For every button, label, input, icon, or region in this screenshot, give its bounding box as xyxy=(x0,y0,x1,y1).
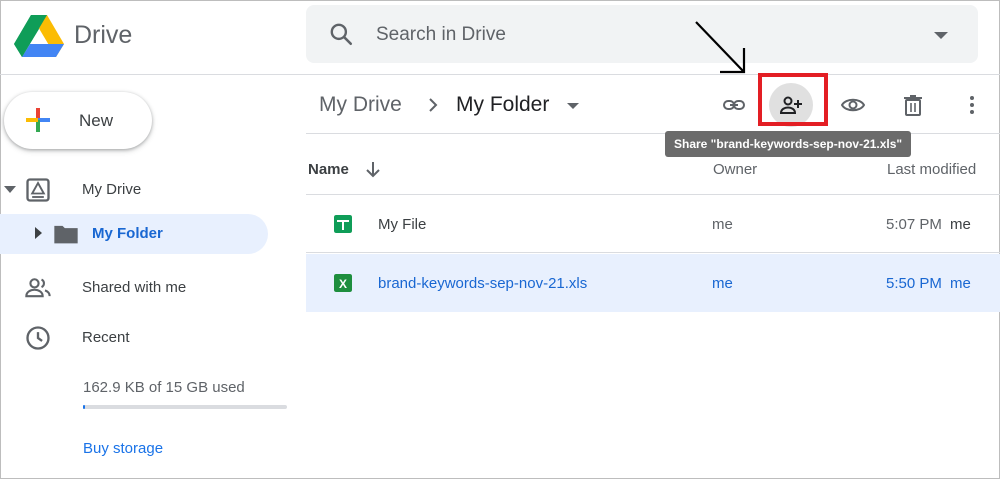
breadcrumb-my-folder[interactable]: My Folder xyxy=(456,93,549,117)
collapse-arrow-icon[interactable] xyxy=(4,186,16,193)
share-tooltip: Share "brand-keywords-sep-nov-21.xls" xyxy=(665,131,912,157)
svg-text:X: X xyxy=(339,277,347,291)
file-name[interactable]: My File xyxy=(378,216,426,233)
file-owner: me xyxy=(712,275,733,292)
people-icon xyxy=(25,278,51,298)
sidebar-item-shared-with-me[interactable]: Shared with me xyxy=(0,268,268,308)
link-icon xyxy=(723,100,745,110)
folder-menu-caret-icon[interactable] xyxy=(567,103,579,109)
search-icon[interactable] xyxy=(328,21,354,47)
file-modified-time: 5:50 PM xyxy=(886,275,942,292)
file-modified-by: me xyxy=(950,216,971,233)
storage-usage-fill xyxy=(83,405,85,409)
remove-button[interactable] xyxy=(891,83,935,127)
sidebar-item-label: My Drive xyxy=(82,181,142,198)
file-name[interactable]: brand-keywords-sep-nov-21.xls xyxy=(378,275,587,292)
storage-usage-bar xyxy=(83,405,287,409)
trash-icon xyxy=(904,95,922,116)
table-row[interactable]: My File me 5:07 PM me xyxy=(306,195,1000,253)
clock-icon xyxy=(26,326,50,350)
file-modified-time: 5:07 PM xyxy=(886,216,942,233)
table-row-selected[interactable]: X brand-keywords-sep-nov-21.xls me 5:50 … xyxy=(306,254,1000,312)
my-drive-icon xyxy=(26,178,50,202)
sidebar-item-recent[interactable]: Recent xyxy=(0,318,268,358)
buy-storage-link[interactable]: Buy storage xyxy=(83,440,163,457)
column-header-name[interactable]: Name xyxy=(308,161,349,178)
expand-arrow-icon[interactable] xyxy=(35,227,42,239)
brand-title[interactable]: Drive xyxy=(74,21,132,50)
file-modified-by: me xyxy=(950,275,971,292)
breadcrumb-my-drive[interactable]: My Drive xyxy=(319,93,402,117)
sidebar-item-label: Recent xyxy=(82,329,130,346)
file-owner: me xyxy=(712,216,733,233)
column-header-owner: Owner xyxy=(713,161,758,178)
search-options-caret-icon[interactable] xyxy=(934,32,948,39)
search-input[interactable]: Search in Drive xyxy=(376,24,506,46)
more-actions-button[interactable] xyxy=(950,83,994,127)
chevron-right-icon xyxy=(429,98,438,112)
storage-usage-text: 162.9 KB of 15 GB used xyxy=(83,379,245,396)
google-sheets-icon xyxy=(334,215,352,233)
preview-button[interactable] xyxy=(831,83,875,127)
sort-arrow-down-icon[interactable] xyxy=(364,160,382,178)
top-bar: Drive Search in Drive xyxy=(0,0,1000,75)
annotation-arrow-icon xyxy=(695,21,746,74)
folder-toolbar: My Drive My Folder xyxy=(306,75,1000,134)
drive-logo-icon[interactable] xyxy=(14,15,64,57)
folder-icon xyxy=(54,225,78,244)
sidebar-item-label: My Folder xyxy=(92,225,163,242)
sidebar-item-label: Shared with me xyxy=(82,279,187,296)
more-vert-icon xyxy=(970,96,974,114)
search-bar[interactable]: Search in Drive xyxy=(306,5,978,63)
sidebar-item-my-folder[interactable]: My Folder xyxy=(0,214,268,254)
share-button-highlight xyxy=(758,73,828,126)
new-button[interactable]: New xyxy=(4,92,152,149)
sidebar-item-my-drive[interactable]: My Drive xyxy=(0,170,268,210)
get-link-button[interactable] xyxy=(712,83,756,127)
new-button-label: New xyxy=(79,111,114,130)
excel-icon: X xyxy=(334,274,352,292)
eye-icon xyxy=(841,98,865,112)
column-header-last-modified[interactable]: Last modified xyxy=(887,161,976,178)
plus-icon xyxy=(26,108,50,132)
